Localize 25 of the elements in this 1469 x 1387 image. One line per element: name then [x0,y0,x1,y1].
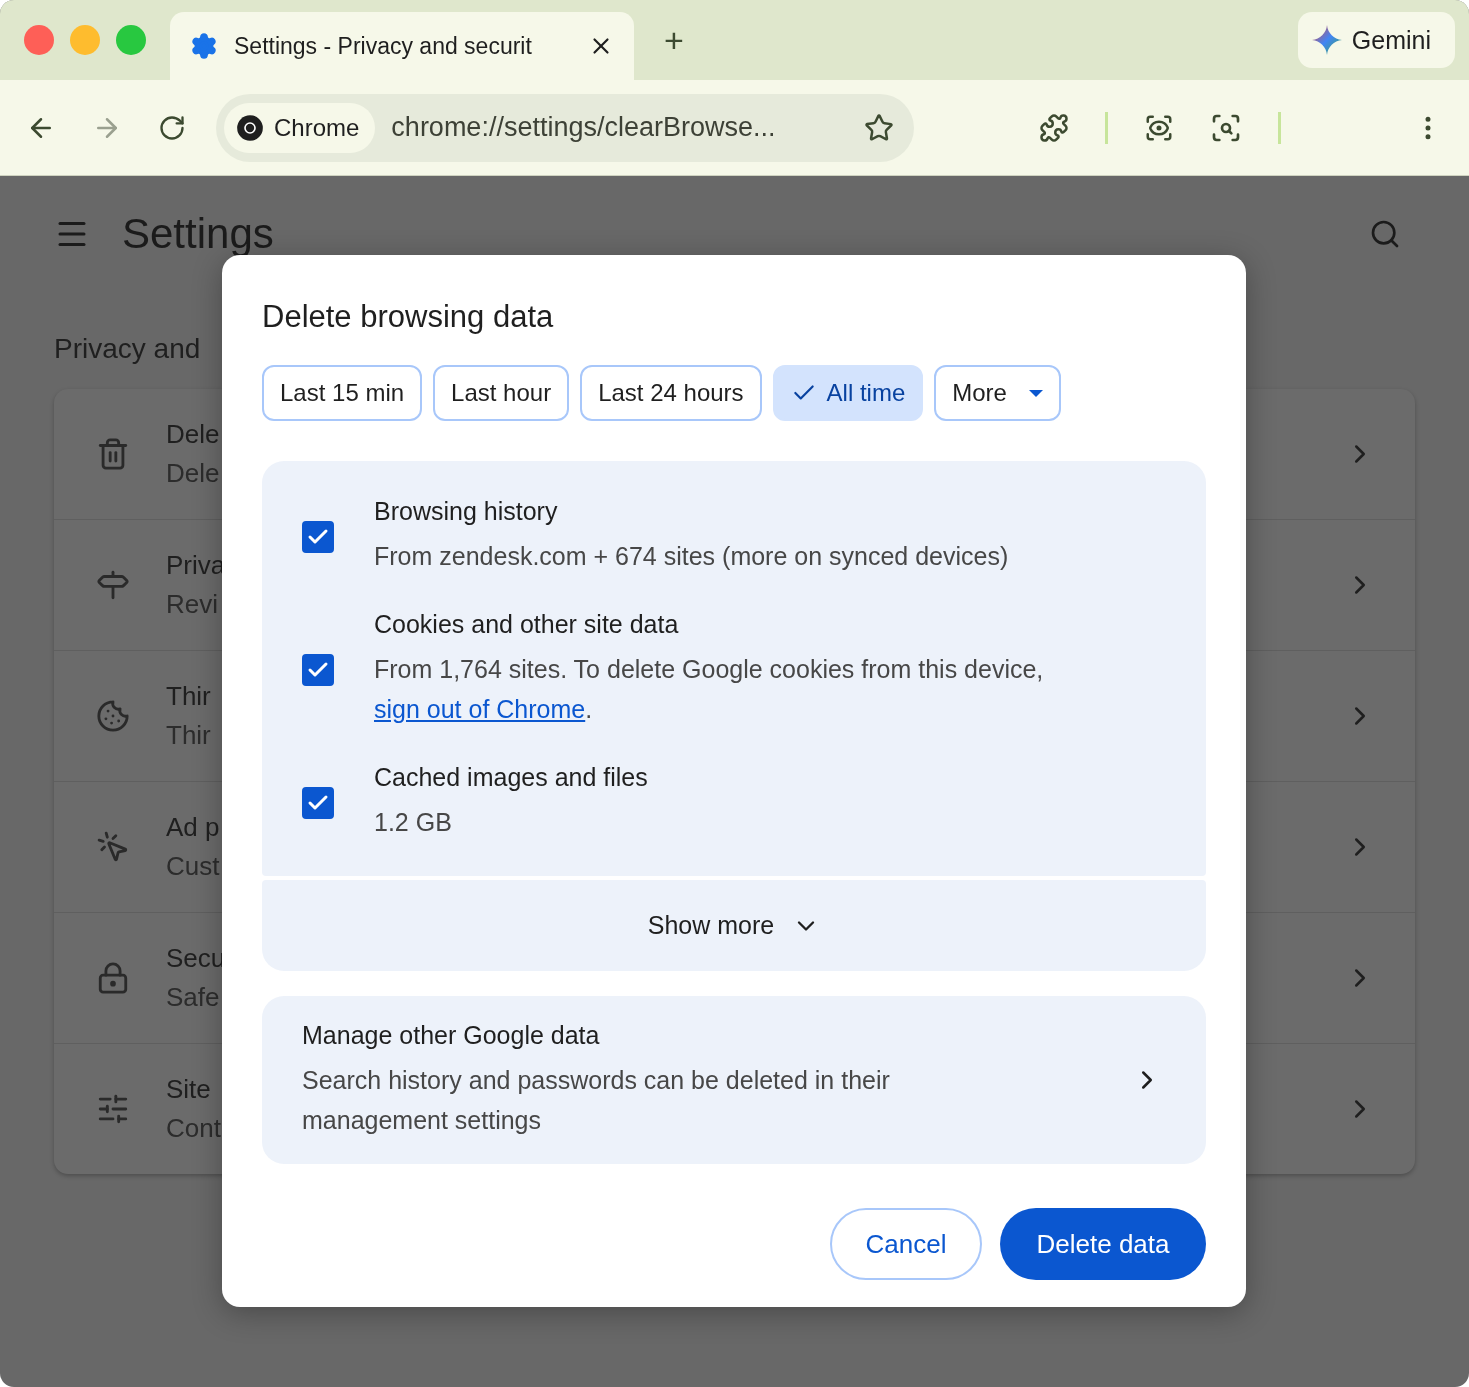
item-description: From 1,764 sites. To delete Google cookies from this device, sign out of Chrome. [374,654,1045,725]
row-subtitle: Cont [166,1113,221,1144]
row-subtitle: Revi [166,589,218,620]
row-subtitle: Safe [166,982,220,1013]
row-title: Ad p [166,812,220,843]
item-description: From zendesk.com + 674 sites (more on synced devices) [374,541,1009,572]
manage-description: Search history and passwords can be deleted in their management settings [302,1064,891,1136]
dialog-title: Delete browsing data [262,299,555,335]
row-subtitle: Dele [166,458,220,489]
row-title: Priva [166,550,226,581]
row-title: Thir [166,681,211,712]
row-subtitle: Thir [166,720,211,751]
row-subtitle: Cust [166,851,220,882]
item-title: Cookies and other site data [374,610,680,639]
row-title: Site [166,1074,211,1105]
item-title: Browsing history [374,497,559,526]
manage-title: Manage other Google data [302,1020,601,1050]
url-text: chrome://settings/clearBrowse... [391,112,777,143]
row-title: Secu [166,943,226,974]
item-description: 1.2 GB [374,807,453,838]
item-title: Cached images and files [374,763,648,792]
section-heading: Privacy and [54,333,202,365]
page-title: Settings [122,209,275,258]
tab-title: Settings - Privacy and securit [234,32,533,60]
row-title: Dele [166,419,220,450]
